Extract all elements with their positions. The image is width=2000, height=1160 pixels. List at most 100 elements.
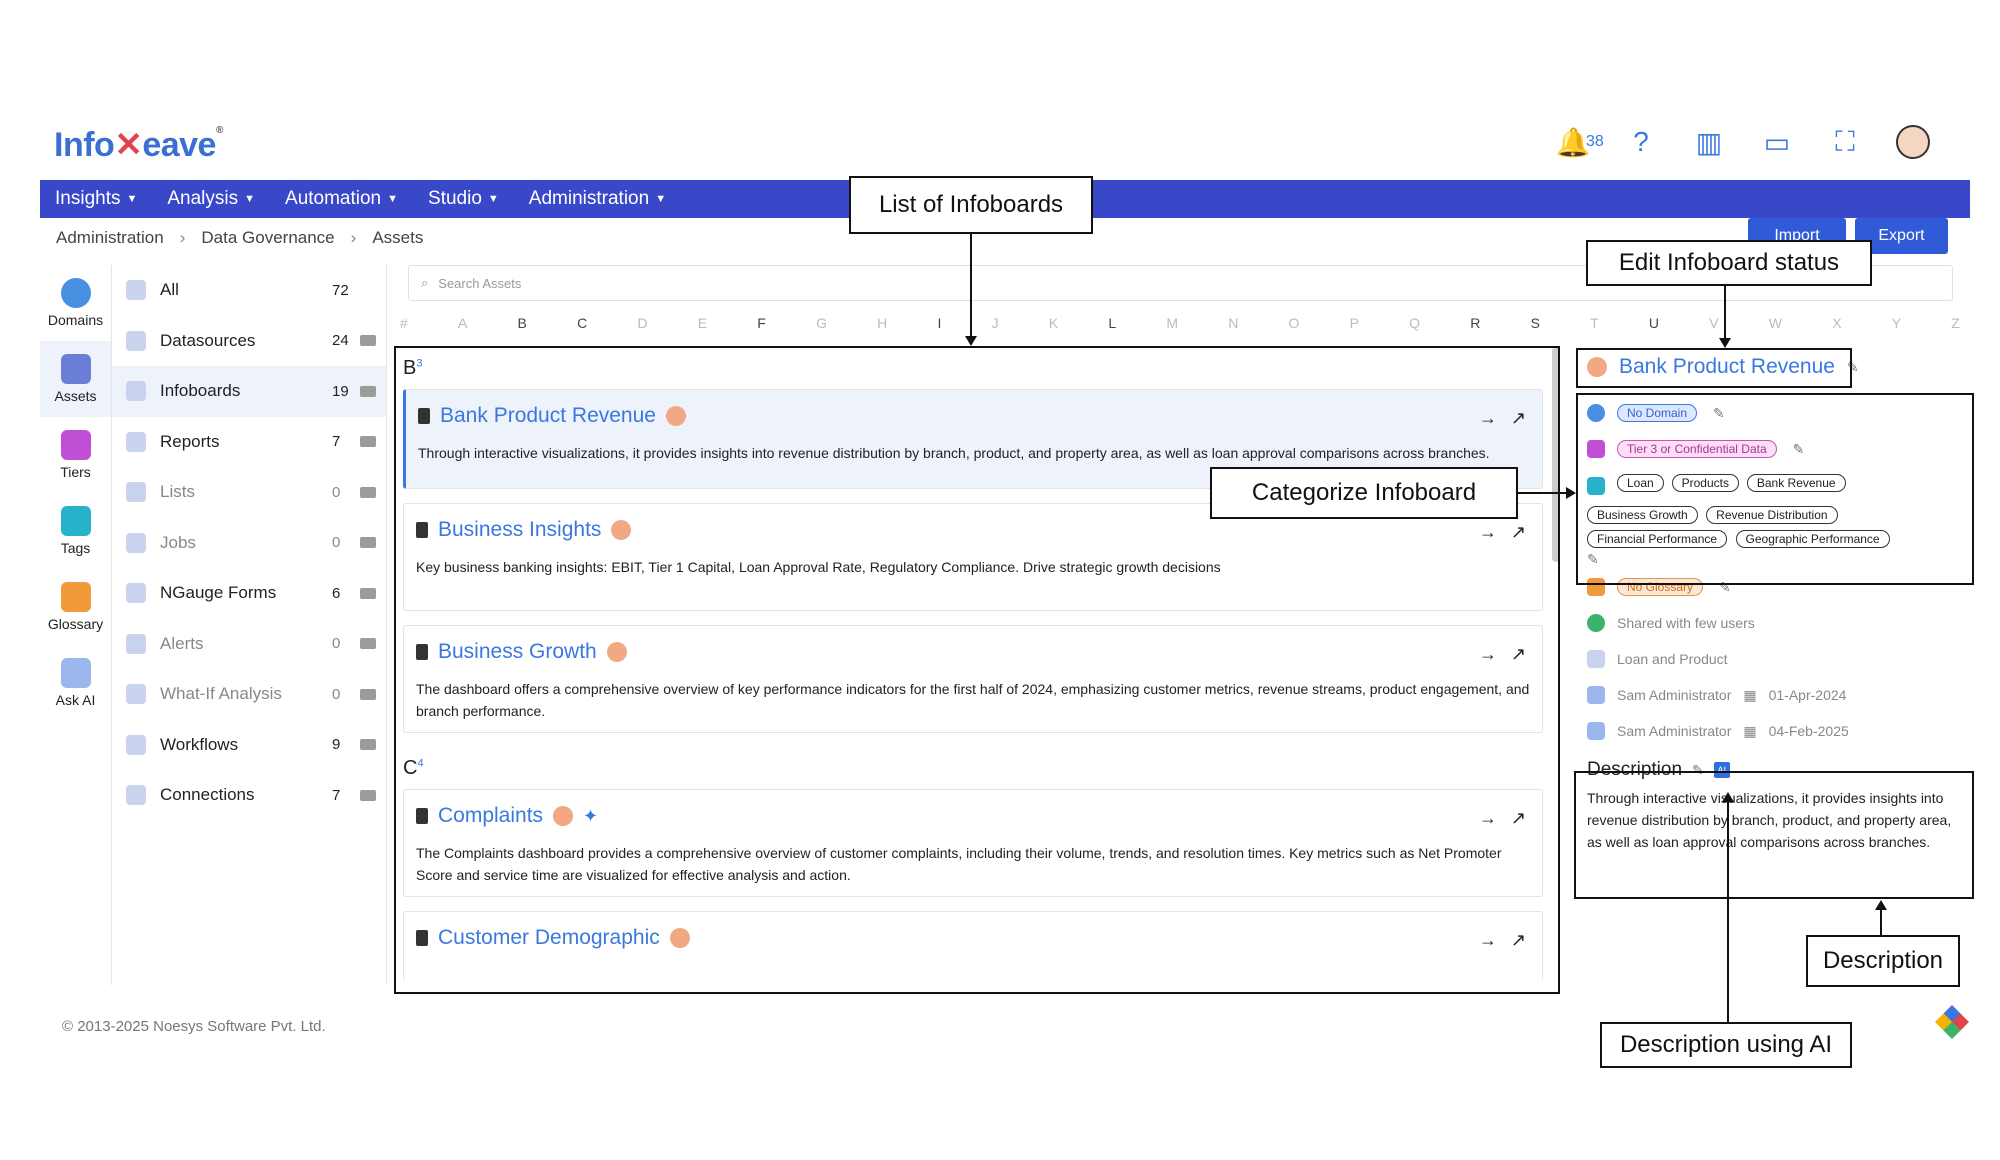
rail-tiers[interactable]: Tiers (40, 417, 111, 493)
rail-label: Domains (47, 312, 104, 328)
category-count: 7 (332, 786, 341, 804)
letter-t[interactable]: T (1590, 315, 1599, 339)
letter-s[interactable]: S (1531, 315, 1540, 339)
rail-glossary[interactable]: Glossary (40, 569, 111, 645)
category-all[interactable]: All 72 (112, 265, 386, 316)
letter-z[interactable]: Z (1951, 315, 1960, 339)
category-jobs[interactable]: Jobs 0 (112, 518, 386, 569)
rail-tags[interactable]: Tags (40, 493, 111, 569)
category-datasources[interactable]: Datasources 24 (112, 316, 386, 367)
books-icon (60, 354, 91, 384)
chevron-down-icon: ▼ (126, 193, 138, 205)
category-connections[interactable]: Connections 7 (112, 770, 386, 821)
chevron-down-icon: ▼ (387, 193, 399, 205)
letter-d[interactable]: D (637, 315, 647, 339)
layers-icon (60, 430, 91, 460)
header: Info✕eave® 🔔 38 ? ▥ ▭ ⛶ (40, 115, 1970, 180)
letter-v[interactable]: V (1709, 315, 1718, 339)
letter-b[interactable]: B (518, 315, 527, 339)
nav-insights[interactable]: Insights ▼ (55, 188, 137, 210)
folder-icon[interactable] (360, 436, 376, 448)
category-what-if-analysis[interactable]: What-If Analysis 0 (112, 669, 386, 720)
chat-icon (60, 658, 91, 688)
letter-g[interactable]: G (816, 315, 827, 339)
folder-icon[interactable] (360, 486, 376, 498)
category-label: What-If Analysis (160, 684, 282, 704)
annotation-description-ai: Description using AI (1600, 1022, 1852, 1068)
category-label: All (160, 280, 179, 300)
search-input[interactable]: Search Assets (438, 276, 521, 291)
bell-icon (126, 633, 146, 654)
letter-r[interactable]: R (1470, 315, 1480, 339)
letter-c[interactable]: C (577, 315, 587, 339)
rail-assets[interactable]: Assets (40, 341, 111, 417)
letter-x[interactable]: X (1832, 315, 1841, 339)
category-label: Datasources (160, 330, 256, 350)
letter-h[interactable]: H (877, 315, 887, 339)
letter-e[interactable]: E (698, 315, 707, 339)
breadcrumb-administration[interactable]: Administration (56, 228, 164, 248)
folder-icon (1587, 650, 1605, 668)
chevron-down-icon: ▼ (244, 193, 256, 205)
letter-w[interactable]: W (1769, 315, 1782, 339)
folder-icon[interactable] (360, 537, 376, 549)
letter-hash[interactable]: # (400, 315, 408, 339)
category-alerts[interactable]: Alerts 0 (112, 619, 386, 670)
folder-text: Loan and Product (1617, 651, 1728, 667)
rail-ask-ai[interactable]: Ask AI (40, 645, 111, 721)
letter-m[interactable]: M (1166, 315, 1178, 339)
infoveave-mark-icon (1935, 1005, 1969, 1039)
footer-copyright: © 2013-2025 Noesys Software Pvt. Ltd. (62, 1018, 326, 1035)
plug-icon (126, 785, 146, 806)
category-workflows[interactable]: Workflows 9 (112, 720, 386, 771)
letter-y[interactable]: Y (1892, 315, 1901, 339)
monitor-icon[interactable]: ▭ (1760, 125, 1794, 159)
nav-analysis[interactable]: Analysis ▼ (167, 188, 255, 210)
breadcrumb-data-governance[interactable]: Data Governance (201, 228, 334, 248)
category-reports[interactable]: Reports 7 (112, 417, 386, 468)
category-ngauge-forms[interactable]: NGauge Forms 6 (112, 568, 386, 619)
folder-icon[interactable] (360, 789, 376, 801)
category-lists[interactable]: Lists 0 (112, 467, 386, 518)
all-icon (126, 280, 146, 301)
category-label: Connections (160, 785, 255, 805)
letter-p[interactable]: P (1350, 315, 1359, 339)
folder-icon[interactable] (360, 587, 376, 599)
calendar-icon: ▦ (1743, 686, 1757, 703)
letter-f[interactable]: F (757, 315, 766, 339)
category-list: All 72 Datasources 24 Infoboards 19 Reports… (112, 265, 387, 985)
library-icon[interactable]: ▥ (1692, 125, 1726, 159)
folder-icon[interactable] (360, 638, 376, 650)
nav-automation[interactable]: Automation ▼ (285, 188, 398, 210)
help-icon[interactable]: ? (1624, 125, 1658, 159)
letter-o[interactable]: O (1289, 315, 1300, 339)
annotation-list-of-infoboards: List of Infoboards (849, 176, 1093, 234)
workflow-icon (126, 734, 146, 755)
list-icon (126, 482, 146, 503)
folder-icon[interactable] (360, 385, 376, 397)
letter-i[interactable]: I (937, 315, 941, 339)
letter-k[interactable]: K (1049, 315, 1058, 339)
letter-l[interactable]: L (1108, 315, 1116, 339)
letter-u[interactable]: U (1649, 315, 1659, 339)
nav-studio[interactable]: Studio ▼ (428, 188, 499, 210)
folder-icon[interactable] (360, 335, 376, 347)
report-icon (126, 431, 146, 452)
folder-icon[interactable] (360, 688, 376, 700)
nav-administration[interactable]: Administration ▼ (529, 188, 666, 210)
category-count: 0 (332, 685, 341, 703)
letter-q[interactable]: Q (1409, 315, 1420, 339)
letter-n[interactable]: N (1228, 315, 1238, 339)
fullscreen-icon[interactable]: ⛶ (1828, 125, 1862, 159)
letter-a[interactable]: A (458, 315, 467, 339)
folder-icon[interactable] (360, 739, 376, 751)
category-infoboards[interactable]: Infoboards 19 (112, 366, 386, 417)
glossary-icon (60, 582, 91, 612)
letter-j[interactable]: J (992, 315, 999, 339)
bell-icon[interactable]: 🔔 38 (1556, 125, 1604, 159)
rail-domains[interactable]: Domains (40, 265, 111, 341)
annotation-edit-status: Edit Infoboard status (1586, 240, 1872, 286)
created-by: Sam Administrator (1617, 687, 1732, 703)
shared-text: Shared with few users (1617, 615, 1755, 631)
avatar[interactable] (1896, 125, 1930, 159)
